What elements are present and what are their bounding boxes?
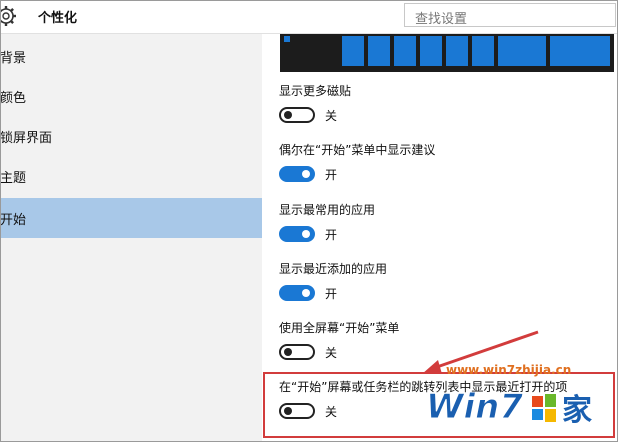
preview-tile	[342, 36, 364, 66]
sidebar-item-lock-screen[interactable]: 锁屏界面	[0, 116, 262, 156]
sidebar-item-label: 背景	[0, 51, 27, 66]
toggle-state-text: 关	[325, 405, 338, 419]
preview-tile	[284, 36, 290, 42]
setting-label-show-suggestions: 偶尔在“开始”菜单中显示建议	[279, 143, 436, 157]
preview-tile	[420, 36, 442, 66]
svg-text:家: 家	[562, 393, 592, 428]
sidebar-item-label: 锁屏界面	[0, 131, 53, 146]
title-bar: 个性化 查找设置	[0, 0, 618, 34]
sidebar-item-colors[interactable]: 颜色	[0, 76, 262, 116]
toggle-show-more-tiles[interactable]	[279, 107, 315, 123]
toggle-knob	[302, 170, 310, 178]
toggle-state-text: 关	[325, 346, 338, 360]
sidebar: 背景 颜色 锁屏界面 主题 开始	[0, 34, 262, 442]
sidebar-item-label: 开始	[0, 213, 27, 228]
toggle-knob	[284, 111, 292, 119]
setting-label-full-screen-start: 使用全屏幕“开始”菜单	[279, 321, 400, 335]
toggle-state-text: 开	[325, 287, 338, 301]
preview-tile	[446, 36, 468, 66]
gear-icon[interactable]	[0, 4, 18, 28]
sidebar-item-start[interactable]: 开始	[0, 198, 262, 238]
search-placeholder: 查找设置	[415, 12, 468, 27]
sidebar-item-themes[interactable]: 主题	[0, 156, 262, 196]
toggle-state-text: 关	[325, 109, 338, 123]
page-title: 个性化	[38, 11, 78, 26]
sidebar-item-label: 颜色	[0, 91, 27, 106]
setting-label-show-more-tiles: 显示更多磁贴	[279, 84, 352, 98]
toggle-show-suggestions[interactable]	[279, 166, 315, 182]
preview-tile	[498, 36, 546, 66]
search-input[interactable]: 查找设置	[404, 3, 616, 27]
preview-tile	[394, 36, 416, 66]
start-menu-preview	[280, 34, 614, 72]
toggle-most-used-apps[interactable]	[279, 226, 315, 242]
toggle-knob	[284, 407, 292, 415]
preview-tile	[368, 36, 390, 66]
sidebar-item-background[interactable]: 背景	[0, 36, 262, 76]
toggle-recent-jump-list[interactable]	[279, 403, 315, 419]
setting-label-recent-jump-list: 在“开始”屏幕或任务栏的跳转列表中显示最近打开的项	[279, 380, 568, 394]
toggle-state-text: 开	[325, 168, 338, 182]
toggle-full-screen-start[interactable]	[279, 344, 315, 360]
watermark-url: www.win7zhijia.cn	[446, 363, 572, 377]
preview-tile	[472, 36, 494, 66]
toggle-knob	[284, 348, 292, 356]
toggle-state-text: 开	[325, 228, 338, 242]
setting-label-recently-added-apps: 显示最近添加的应用	[279, 262, 388, 276]
toggle-recently-added-apps[interactable]	[279, 285, 315, 301]
sidebar-item-label: 主题	[0, 171, 27, 186]
setting-label-most-used-apps: 显示最常用的应用	[279, 203, 376, 217]
toggle-knob	[302, 230, 310, 238]
preview-tile	[550, 36, 610, 66]
toggle-knob	[302, 289, 310, 297]
